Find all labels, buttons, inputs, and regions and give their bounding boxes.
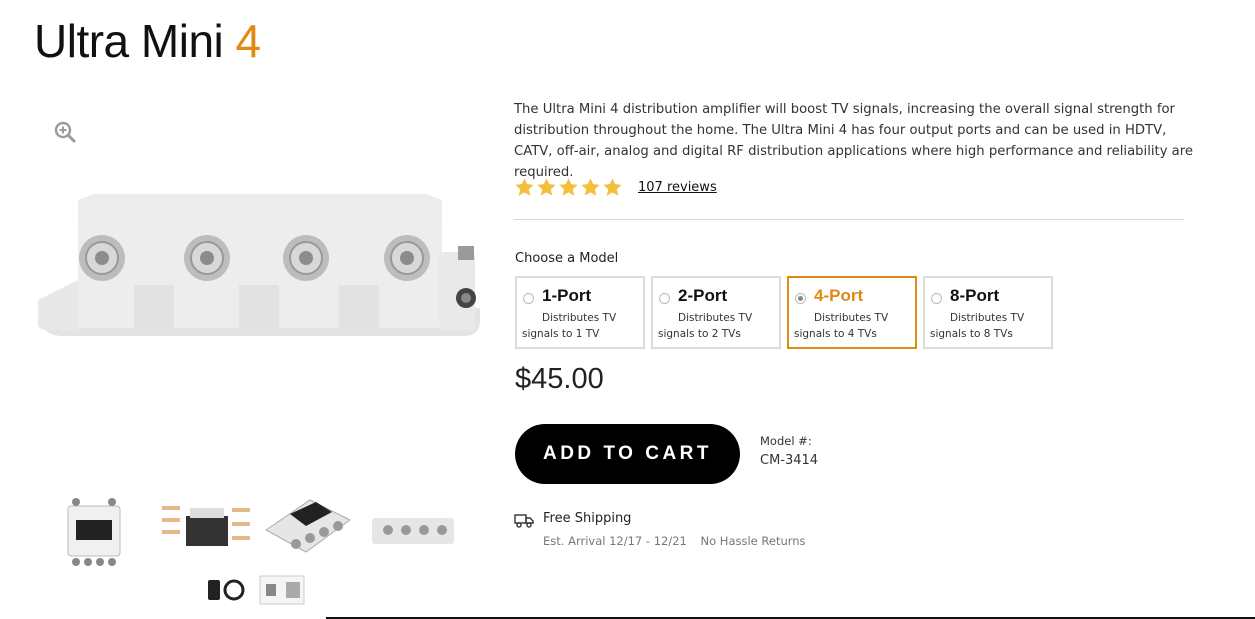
rating-row: 107 reviews xyxy=(514,177,717,198)
estimated-arrival: Est. Arrival 12/17 - 12/21 xyxy=(543,534,687,548)
star-icon xyxy=(603,178,622,196)
product-description: The Ultra Mini 4 distribution amplifier … xyxy=(514,102,1194,180)
returns-policy: No Hassle Returns xyxy=(700,534,806,548)
truck-icon xyxy=(514,514,534,528)
radio-button[interactable] xyxy=(659,293,670,304)
price: $45.00 xyxy=(515,363,604,395)
model-option-4-port[interactable]: 4-Port Distributes TV signals to 4 TVs xyxy=(787,276,917,349)
model-name: 8-Port xyxy=(950,286,1000,305)
thumbnail-side[interactable] xyxy=(366,510,460,550)
free-shipping-label: Free Shipping xyxy=(543,511,632,526)
model-options: 1-Port Distributes TV signals to 1 TV 2-… xyxy=(515,276,1053,349)
model-option-8-port[interactable]: 8-Port Distributes TV signals to 8 TVs xyxy=(923,276,1053,349)
star-icon xyxy=(581,178,600,196)
thumbnail-install[interactable] xyxy=(258,572,306,606)
model-desc: Distributes TV signals to 8 TVs xyxy=(930,312,1025,340)
radio-button[interactable] xyxy=(795,293,806,304)
radio-button[interactable] xyxy=(523,293,534,304)
zoom-in-icon[interactable] xyxy=(54,121,76,143)
model-name: 4-Port xyxy=(814,286,864,305)
reviews-link[interactable]: 107 reviews xyxy=(638,180,717,195)
model-name: 2-Port xyxy=(678,286,728,305)
star-icon xyxy=(537,178,556,196)
thumbnail-angle[interactable] xyxy=(260,490,354,562)
choose-model-label: Choose a Model xyxy=(515,251,619,266)
model-number-label: Model #: xyxy=(760,434,812,448)
model-desc: Distributes TV signals to 4 TVs xyxy=(794,312,889,340)
title-main: Ultra Mini xyxy=(34,15,236,67)
thumbnail-front[interactable] xyxy=(54,490,134,570)
model-desc: Distributes TV signals to 2 TVs xyxy=(658,312,753,340)
model-name: 1-Port xyxy=(542,286,592,305)
star-rating xyxy=(514,177,623,198)
model-desc: Distributes TV signals to 1 TV xyxy=(522,312,617,340)
page-title: Ultra Mini 4 xyxy=(34,14,261,68)
thumbnail-power-adapter[interactable] xyxy=(204,572,250,606)
model-option-2-port[interactable]: 2-Port Distributes TV signals to 2 TVs xyxy=(651,276,781,349)
model-option-1-port[interactable]: 1-Port Distributes TV signals to 1 TV xyxy=(515,276,645,349)
star-icon xyxy=(559,178,578,196)
add-to-cart-button[interactable]: ADD TO CART xyxy=(515,424,740,484)
shipping-meta: Est. Arrival 12/17 - 12/21 No Hassle Ret… xyxy=(543,534,806,548)
star-icon xyxy=(515,178,534,196)
product-main-image[interactable] xyxy=(34,190,484,340)
divider xyxy=(514,219,1184,220)
title-accent: 4 xyxy=(235,15,262,67)
model-number-value: CM-3414 xyxy=(760,453,819,468)
radio-button[interactable] xyxy=(931,293,942,304)
thumbnail-diagram[interactable] xyxy=(160,500,252,560)
thumbnail-gallery xyxy=(54,490,474,610)
